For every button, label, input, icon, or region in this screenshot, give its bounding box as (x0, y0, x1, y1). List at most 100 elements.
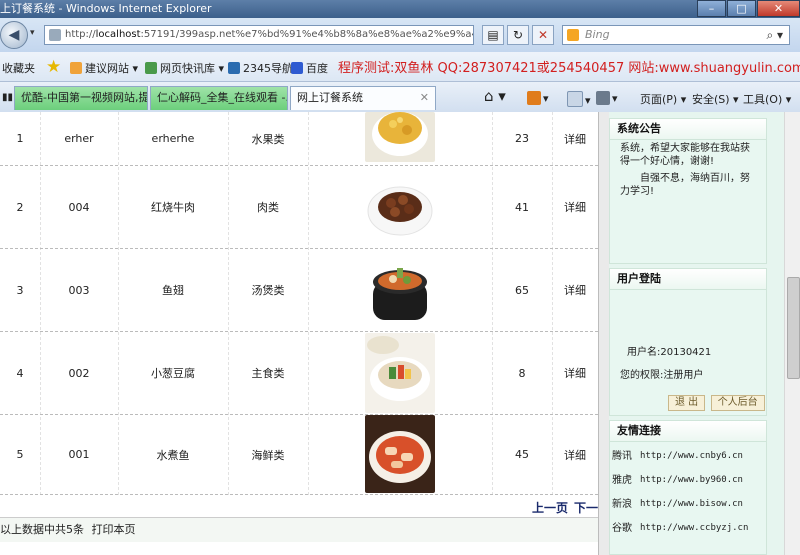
notice-line-1: 系统，希望大家能够在我站获得一个好心情，谢谢! (620, 143, 750, 167)
notice-title: 系统公告 (610, 119, 766, 140)
feeds-icon[interactable]: ▾ (527, 91, 549, 105)
role-text: 您的权限:注册用户 (620, 370, 704, 381)
back-button[interactable]: ◀ (0, 21, 28, 49)
page-menu[interactable]: 页面(P) ▾ (640, 91, 686, 107)
link-url[interactable]: http://www.by960.cn (640, 474, 743, 487)
minimize-button[interactable]: – (697, 0, 726, 17)
detail-link[interactable]: 详细 (552, 166, 598, 248)
page-icon (49, 29, 61, 41)
row-index: 1 (16, 132, 24, 145)
close-window-button[interactable]: ✕ (757, 0, 800, 17)
row-category: 肉类 (257, 201, 279, 214)
link-row[interactable]: 谷歌 http://www.ccbyzj.cn (612, 516, 764, 540)
row-name: erherhe (151, 132, 195, 145)
tab-list-icon[interactable]: ▮▮ (2, 92, 13, 103)
tab-youku[interactable]: 优酷-中国第一视频网站,提... (14, 86, 148, 110)
row-qty: 23 (515, 132, 529, 145)
maximize-button[interactable]: □ (727, 0, 756, 17)
link-row[interactable]: 腾讯 http://www.cnby6.cn (612, 444, 764, 468)
prev-page-link[interactable]: 上一页 (532, 501, 568, 515)
link-url[interactable]: http://www.cnby6.cn (640, 450, 743, 463)
row-category: 主食类 (251, 367, 285, 380)
url-prefix: http:// (65, 29, 96, 40)
row-name: 小葱豆腐 (151, 367, 195, 380)
link-url[interactable]: http://www.ccbyzj.cn (640, 522, 748, 535)
fav-item-2345[interactable]: 2345导航 (228, 60, 293, 76)
suggested-sites-icon (70, 62, 82, 74)
row-code: 001 (68, 448, 90, 461)
fav-item-suggested[interactable]: 建议网站 ▾ (70, 60, 138, 76)
profile-button[interactable]: 个人后台 (710, 395, 765, 411)
row-name: 红烧牛肉 (151, 201, 195, 214)
vertical-scrollbar[interactable] (784, 112, 800, 555)
row-index: 2 (16, 200, 24, 214)
content-divider (598, 112, 609, 555)
url-host: localhost (95, 29, 141, 40)
notice-panel: 系统公告 系统，希望大家能够在我站获得一个好心情，谢谢! 自强不息，海纳百川，努… (609, 118, 767, 264)
username-text: 用户名:20130421 (627, 347, 712, 358)
history-dropdown-icon[interactable]: ▾ (30, 28, 35, 38)
food-image (365, 169, 435, 246)
link-name: 新浪 (612, 498, 632, 510)
sidebar: 系统公告 系统，希望大家能够在我站获得一个好心情，谢谢! 自强不息，海纳百川，努… (609, 112, 800, 555)
table-row: 1 erher erherhe 水果类 23 详细 (0, 112, 598, 166)
food-image (365, 333, 435, 413)
notice-line-2: 自强不息，海纳百川，努力学习! (620, 173, 750, 197)
webslice-icon (145, 62, 157, 74)
favorites-label[interactable]: 收藏夹 (2, 60, 35, 76)
print-page-link[interactable]: 打印本页 (92, 523, 136, 536)
address-input[interactable]: http://localhost:57191/399asp.net%e7%bd%… (44, 25, 474, 45)
row-name: 水煮鱼 (156, 448, 190, 462)
row-category: 水果类 (251, 132, 285, 146)
print-icon[interactable]: ▾ (596, 91, 618, 105)
table-row: 3 003 鱼翅 汤煲类 65 详细 (0, 249, 598, 332)
stop-icon[interactable]: ✕ (532, 25, 554, 45)
compatibility-view-icon[interactable]: ▤ (482, 25, 504, 45)
close-tab-icon[interactable]: ✕ (420, 87, 429, 109)
detail-link[interactable]: 详细 (552, 332, 598, 414)
search-placeholder: Bing (585, 28, 610, 41)
link-url[interactable]: http://www.bisow.cn (640, 498, 743, 511)
record-count: 以上数据中共5条 (0, 523, 84, 536)
safety-menu[interactable]: 安全(S) ▾ (692, 91, 739, 107)
fav-item-webslice[interactable]: 网页快讯库 ▾ (145, 60, 224, 76)
window-titlebar: 上订餐系统 - Windows Internet Explorer – □ ✕ (0, 0, 800, 18)
food-image (365, 252, 435, 329)
detail-link[interactable]: 详细 (552, 249, 598, 331)
search-input[interactable]: Bing ⌕ ▾ (562, 25, 790, 45)
promo-banner: 程序测试:双鱼林 QQ:287307421或254540457 网站:www.s… (338, 61, 800, 76)
link-row[interactable]: 雅虎 http://www.by960.cn (612, 468, 764, 492)
tools-menu[interactable]: 工具(O) ▾ (743, 91, 791, 107)
row-code: erher (64, 132, 94, 145)
refresh-icon[interactable]: ↻ (507, 25, 529, 45)
table-footer: 以上数据中共5条 打印本页 (0, 517, 598, 542)
row-code: 003 (68, 283, 90, 297)
row-code: 004 (68, 200, 90, 214)
food-image (365, 415, 435, 493)
address-toolbar: ◀ ▾ http://localhost:57191/399asp.net%e7… (0, 18, 800, 52)
detail-link[interactable]: 详细 (552, 415, 598, 494)
table-row: 2 004 红烧牛肉 肉类 41 详细 (0, 166, 598, 249)
food-image (365, 112, 435, 162)
home-icon[interactable]: ⌂ ▾ (484, 87, 506, 105)
logout-button[interactable]: 退 出 (668, 395, 706, 411)
row-name: 鱼翅 (162, 284, 184, 297)
favorites-bar: 收藏夹 ★ 建议网站 ▾ 网页快讯库 ▾ 2345导航 百度 程序测试:双鱼林 … (0, 52, 800, 82)
scrollbar-thumb[interactable] (787, 277, 800, 379)
search-icon[interactable]: ⌕ ▾ (766, 26, 783, 44)
add-favorite-star-icon[interactable]: ★ (46, 57, 61, 77)
links-panel: 友情连接 腾讯 http://www.cnby6.cn 雅虎 http://www.… (609, 420, 767, 555)
tab-drama[interactable]: 仁心解码_全集_在线观看 -... (150, 86, 288, 110)
mail-icon[interactable]: ▾ (567, 91, 591, 107)
detail-link[interactable]: 详细 (552, 112, 598, 165)
row-qty: 65 (515, 283, 529, 297)
table-row: 4 002 小葱豆腐 主食类 8 详细 (0, 332, 598, 415)
row-qty: 8 (518, 366, 526, 380)
tab-ordering-system[interactable]: 网上订餐系统 ✕ (290, 86, 436, 110)
fav-item-baidu[interactable]: 百度 (291, 60, 328, 76)
table-row: 5 001 水煮鱼 海鲜类 45 详细 (0, 415, 598, 495)
link-row[interactable]: 新浪 http://www.bisow.cn (612, 492, 764, 516)
row-qty: 41 (515, 200, 529, 214)
link-name: 雅虎 (612, 474, 632, 486)
bing-logo-icon (567, 29, 579, 41)
